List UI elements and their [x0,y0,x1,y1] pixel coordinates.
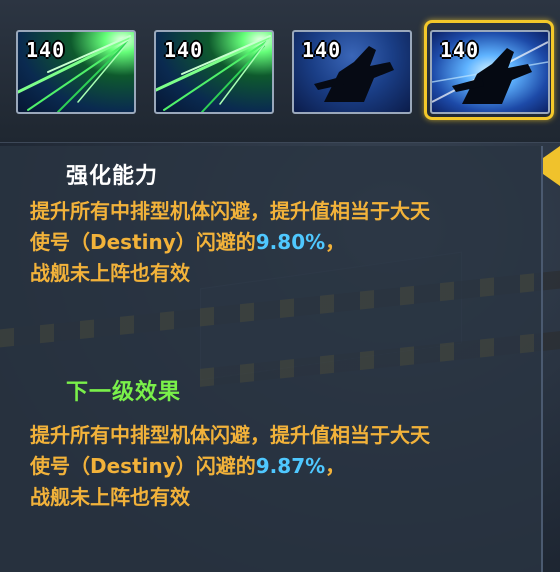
selected-skill-frame [424,20,554,120]
skill-slot-2[interactable]: 140 [154,30,274,114]
skill-level: 140 [26,38,66,62]
next-level-description: 提升所有中排型机体闪避，提升值相当于大天 使号（Destiny）闪避的9.87%… [30,420,530,513]
effect-value: 9.80% [255,230,326,254]
skill-slot-1[interactable]: 140 [16,30,136,114]
description-line: 提升所有中排型机体闪避，提升值相当于大天 [30,199,430,223]
description-text: ， [325,230,346,254]
description-line: 战舰未上阵也有效 [30,261,190,285]
description-line: 使号（Destiny）闪避的9.87%， [30,451,530,482]
description-line: 使号（Destiny）闪避的9.80%， [30,227,530,258]
skill-level: 140 [164,38,204,62]
description-text: 使号（Destiny）闪避的 [30,230,256,254]
skill-slot-3[interactable]: 140 [292,30,412,114]
skill-level: 140 [302,38,342,62]
current-effect-title: 强化能力 [66,164,159,189]
effect-value: 9.87% [255,454,326,478]
skill-bar: 140 140 140 140 [0,0,560,143]
description-line: 战舰未上阵也有效 [30,485,190,509]
description-text: 使号（Destiny）闪避的 [30,454,256,478]
current-effect-description: 提升所有中排型机体闪避，提升值相当于大天 使号（Destiny）闪避的9.80%… [30,196,530,289]
next-level-title: 下一级效果 [66,380,182,405]
description-text: ， [325,454,346,478]
description-line: 提升所有中排型机体闪避，提升值相当于大天 [30,423,430,447]
